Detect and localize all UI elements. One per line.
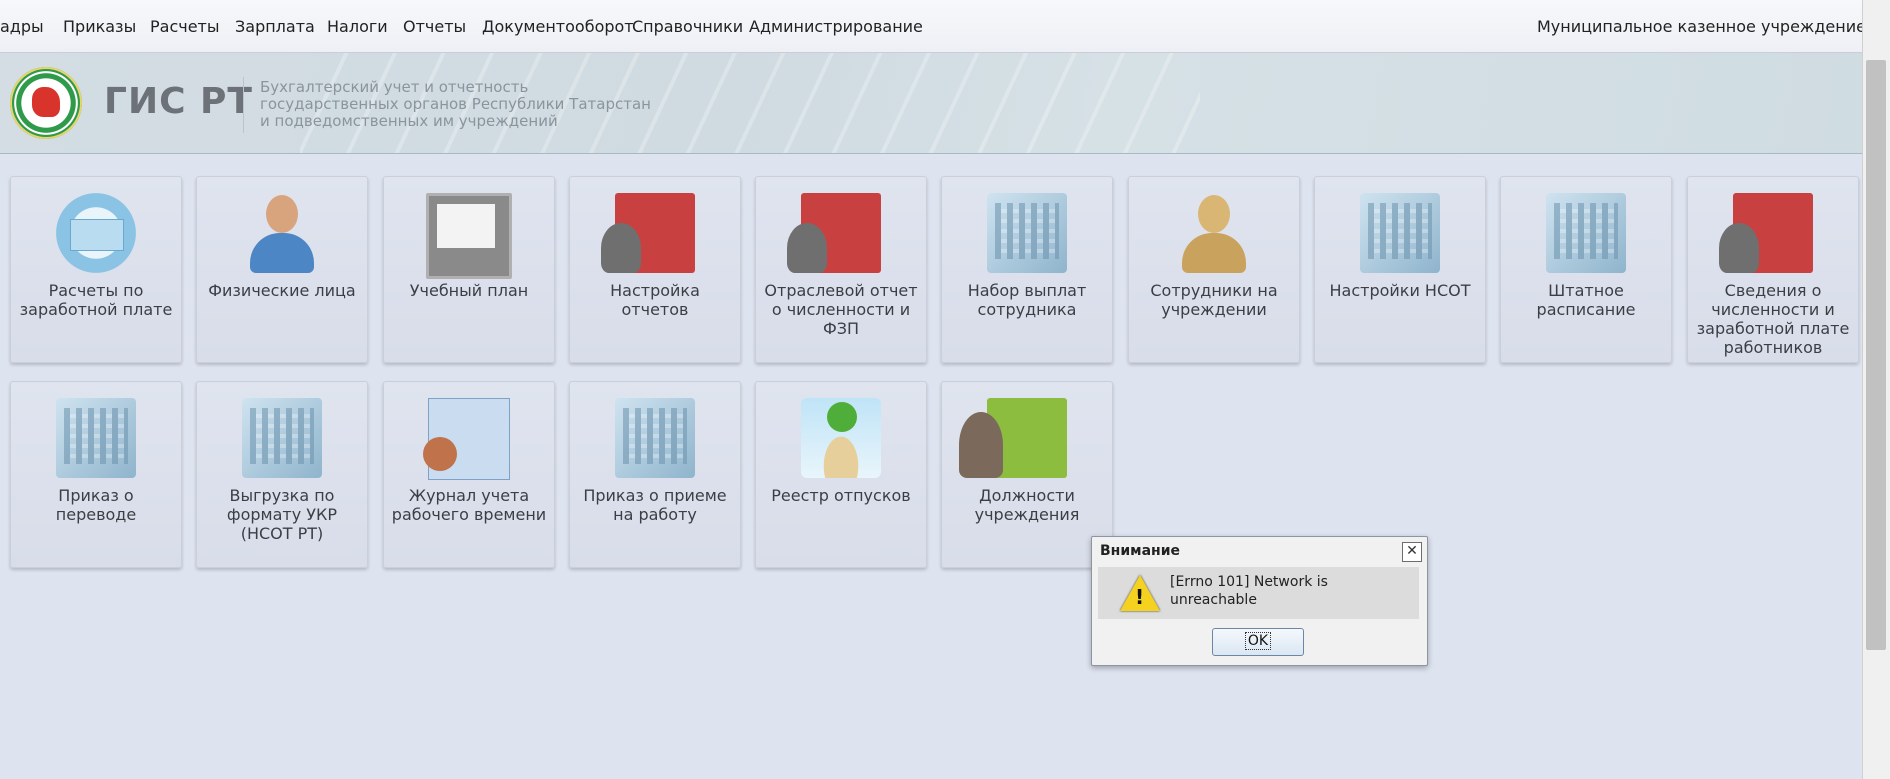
logo-subtitle: Бухгалтерский учет и отчетность государс… [260, 79, 651, 130]
tile-label: Сведения о численности и заработной плат… [1696, 281, 1850, 357]
logo-title: ГИС РТ [104, 81, 253, 122]
tile-sotrudniki-na-uchrezhdenii[interactable]: Сотрудники на учреждении [1128, 176, 1300, 363]
tile-label: Приказ о приеме на работу [583, 486, 727, 524]
close-icon[interactable]: ✕ [1402, 542, 1422, 562]
tile-label: Выгрузка по формату УКР (НСОТ РТ) [226, 486, 338, 543]
app-header: ГИС РТ Бухгалтерский учет и отчетность г… [0, 53, 1862, 154]
tile-prikaz-o-perevode[interactable]: Приказ о переводе [10, 381, 182, 568]
tatarstan-emblem-icon [10, 67, 82, 139]
book-person-icon [601, 193, 695, 273]
building-icon [242, 398, 322, 478]
tile-uchebnyi-plan[interactable]: Учебный план [383, 176, 555, 363]
tile-label: Должности учреждения [974, 486, 1080, 524]
menu-item-zarplata[interactable]: Зарплата [235, 17, 315, 36]
tile-svedeniya-o-chislennosti[interactable]: Сведения о численности и заработной плат… [1687, 176, 1859, 363]
tile-label: Приказ о переводе [55, 486, 137, 524]
dialog-body: ! [Errno 101] Network is unreachable [1098, 567, 1419, 619]
tile-raschety-po-zarplate[interactable]: Расчеты по заработной плате [10, 176, 182, 363]
tile-label: Расчеты по заработной плате [19, 281, 173, 319]
tile-label: Реестр отпусков [771, 486, 911, 505]
menu-item-kadry[interactable]: адры [0, 17, 44, 36]
tile-nastroiki-nsot[interactable]: Настройки НСОТ [1314, 176, 1486, 363]
building-icon [987, 193, 1067, 273]
tile-label: Физические лица [208, 281, 356, 300]
gold-person-icon [1174, 193, 1254, 273]
tile-nastroika-otchetov[interactable]: Настройка отчетов [569, 176, 741, 363]
tile-label: Журнал учета рабочего времени [391, 486, 547, 524]
logo-subtitle-line: и подведомственных им учреждений [260, 112, 558, 130]
logo-subtitle-line: государственных органов Республики Татар… [260, 95, 651, 113]
dialog-title: Внимание [1100, 543, 1181, 559]
building-icon [1360, 193, 1440, 273]
vertical-scrollbar[interactable] [1862, 0, 1890, 779]
menu-item-dokumentooborot[interactable]: Документооборот [482, 17, 634, 36]
tile-label: Настройки НСОТ [1329, 281, 1471, 300]
tile-label: Набор выплат сотрудника [967, 281, 1087, 319]
scrollbar-thumb[interactable] [1866, 60, 1886, 650]
tile-label: Учебный план [409, 281, 529, 300]
ok-button[interactable]: OK [1212, 628, 1304, 656]
menu-item-nalogi[interactable]: Налоги [327, 17, 388, 36]
tile-vygruzka-ukr[interactable]: Выгрузка по формату УКР (НСОТ РТ) [196, 381, 368, 568]
chalkboard-icon [426, 193, 512, 279]
logo-divider [243, 77, 244, 133]
building-icon [615, 398, 695, 478]
tile-dolzhnosti-uchrezhdeniya[interactable]: Должности учреждения [941, 381, 1113, 568]
emblem-leopard [32, 87, 60, 117]
staff-icon [959, 398, 1067, 478]
tile-nabor-vyplat[interactable]: Набор выплат сотрудника [941, 176, 1113, 363]
alert-dialog: Внимание ✕ ! [Errno 101] Network is unre… [1091, 536, 1428, 666]
dialog-message: [Errno 101] Network is unreachable [1170, 574, 1328, 608]
tile-fizicheskie-litsa[interactable]: Физические лица [196, 176, 368, 363]
tile-reestr-otpuskov[interactable]: Реестр отпусков [755, 381, 927, 568]
menu-item-raschety[interactable]: Расчеты [150, 17, 220, 36]
building-icon [1546, 193, 1626, 273]
tile-shtatnoe-raspisanie[interactable]: Штатное расписание [1500, 176, 1672, 363]
timesheet-icon [423, 398, 510, 480]
menu-item-spravochniki[interactable]: Справочники [632, 17, 743, 36]
person-icon [242, 193, 322, 273]
menu-item-otchety[interactable]: Отчеты [403, 17, 466, 36]
logo-subtitle-line: Бухгалтерский учет и отчетность [260, 78, 529, 96]
building-icon [56, 398, 136, 478]
tile-label: Настройка отчетов [610, 281, 700, 319]
tile-label: Штатное расписание [1536, 281, 1636, 319]
ok-button-label: OK [1244, 632, 1272, 650]
tile-label: Сотрудники на учреждении [1150, 281, 1278, 319]
tile-prikaz-o-prieme[interactable]: Приказ о приеме на работу [569, 381, 741, 568]
palm-icon [801, 398, 881, 478]
menu-item-administrirovanie[interactable]: Администрирование [749, 17, 923, 36]
warning-exclamation: ! [1135, 585, 1145, 609]
organization-name[interactable]: Муниципальное казенное учреждение "Отдел [1537, 17, 1890, 36]
tile-otraslevoi-otchet[interactable]: Отраслевой отчет о численности и ФЗП [755, 176, 927, 363]
tile-zhurnal-ucheta-vremeni[interactable]: Журнал учета рабочего времени [383, 381, 555, 568]
certificate-icon [56, 193, 136, 273]
tile-label: Отраслевой отчет о численности и ФЗП [764, 281, 918, 338]
top-menu-bar: адры Приказы Расчеты Зарплата Налоги Отч… [0, 0, 1890, 53]
book-person-icon [1719, 193, 1813, 273]
menu-item-prikazy[interactable]: Приказы [63, 17, 136, 36]
book-person-icon [787, 193, 881, 273]
